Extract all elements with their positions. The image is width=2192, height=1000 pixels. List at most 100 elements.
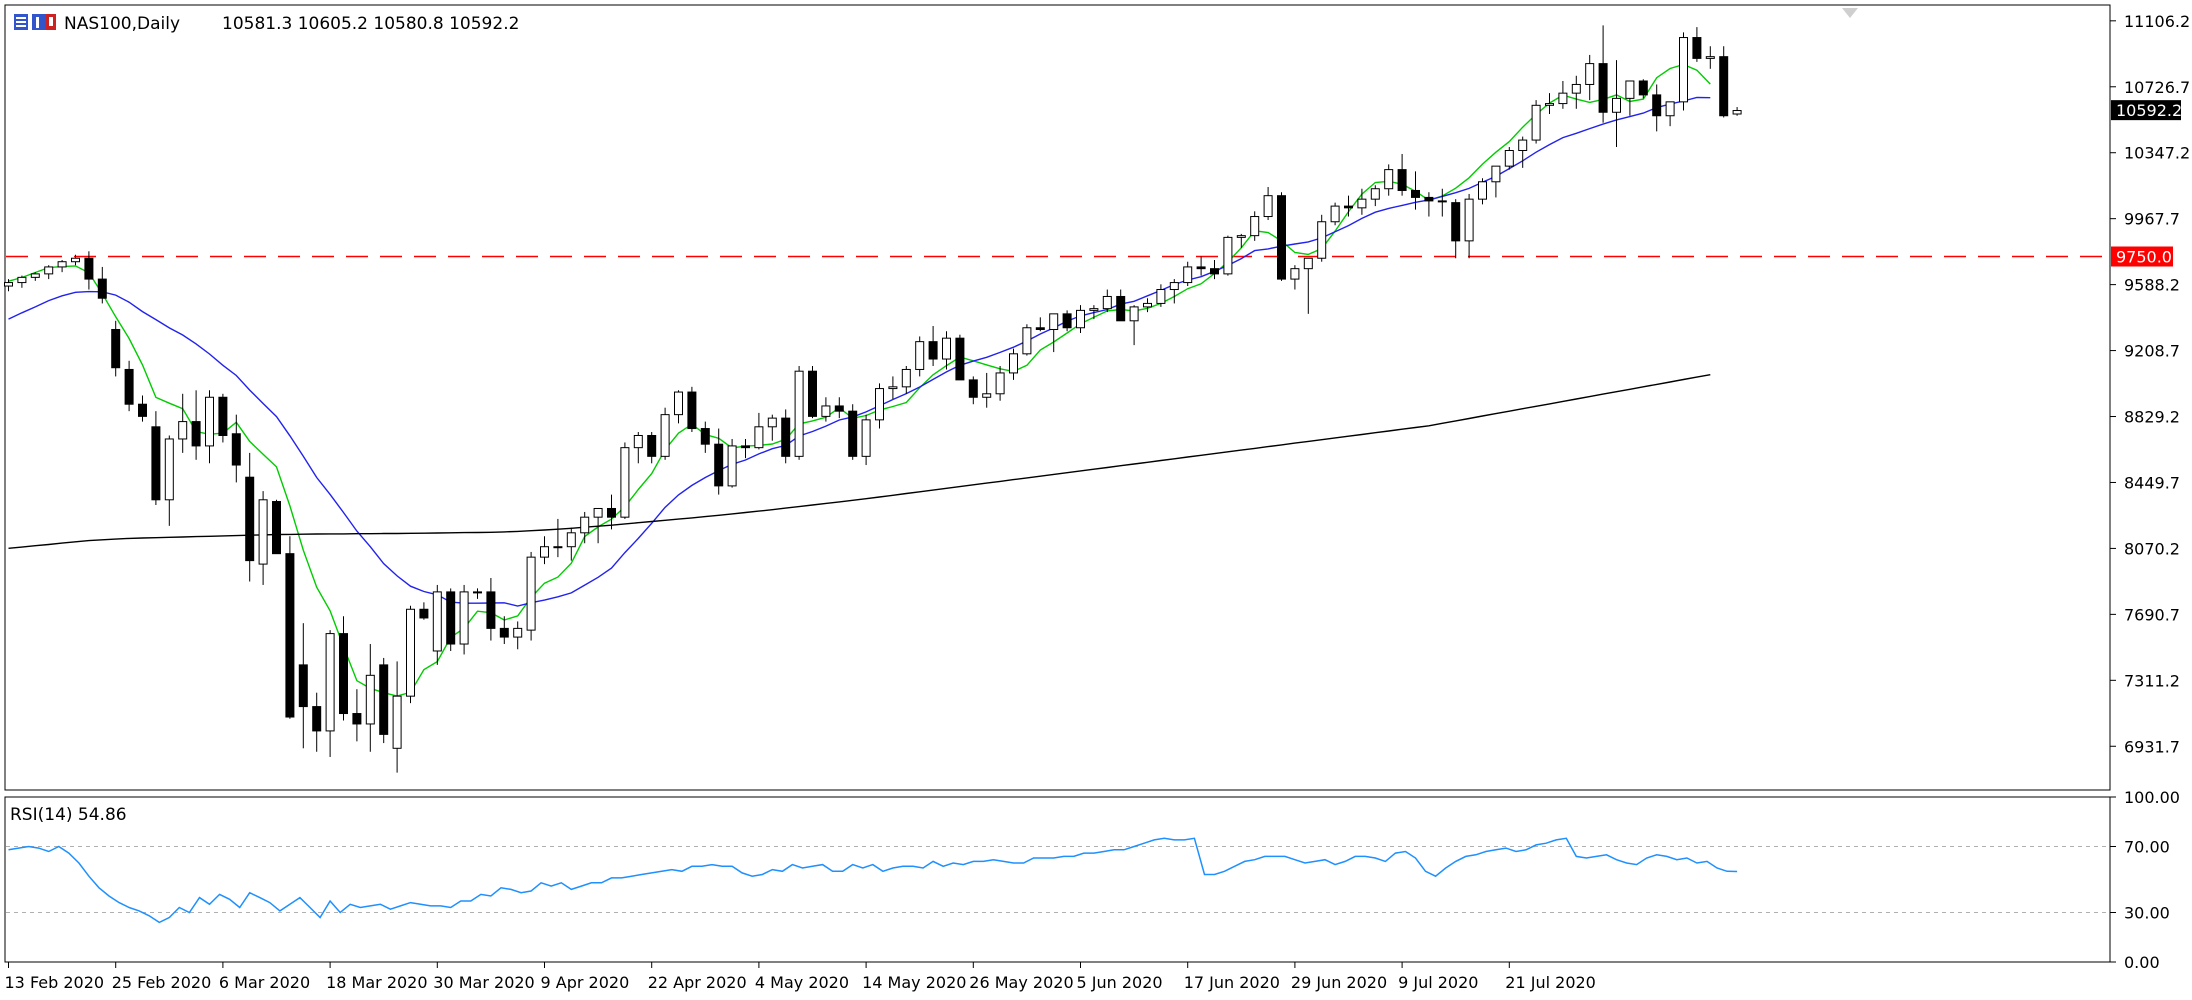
candle xyxy=(727,438,737,488)
candle-body-down xyxy=(97,278,107,299)
candle xyxy=(459,584,469,655)
candle xyxy=(57,259,67,273)
candle xyxy=(674,390,683,424)
candle-body-down xyxy=(647,434,657,457)
candle-body-up xyxy=(1169,282,1179,291)
candle xyxy=(1397,153,1407,196)
candle-body-down xyxy=(1035,327,1045,330)
rsi-tick-label: 70.00 xyxy=(2124,838,2170,857)
candle xyxy=(245,452,255,582)
candle-body-down xyxy=(848,410,858,457)
trading-chart[interactable]: NAS100,Daily 10581.3 10605.2 10580.8 105… xyxy=(0,0,2192,1000)
candle-body-down xyxy=(1397,169,1407,191)
candle xyxy=(473,588,482,599)
candle-body-down xyxy=(1116,295,1126,322)
candle-body-down xyxy=(968,379,978,398)
candle-body-up xyxy=(1263,195,1273,218)
candle-body-down xyxy=(1638,80,1648,96)
candle xyxy=(995,365,1005,401)
candle-body-down xyxy=(245,476,255,562)
candle xyxy=(151,411,161,506)
candle xyxy=(660,407,670,460)
price-panel-frame[interactable] xyxy=(4,4,2111,791)
candle xyxy=(1679,32,1688,111)
candle xyxy=(808,365,817,419)
candle-body-down xyxy=(700,428,710,445)
candle-body-up xyxy=(71,257,80,263)
candle-body-up xyxy=(1357,198,1367,209)
time-tick-label: 29 Jun 2020 xyxy=(1291,973,1387,992)
candle-body-up xyxy=(1732,110,1742,115)
time-tick-label: 22 Apr 2020 xyxy=(648,973,747,992)
rsi-panel-frame[interactable] xyxy=(4,796,2111,963)
candle-body-up xyxy=(1290,268,1300,280)
candle xyxy=(111,320,121,377)
candle-body-down xyxy=(151,426,161,501)
candle xyxy=(1183,261,1193,287)
candle xyxy=(1437,188,1447,217)
candle xyxy=(1169,279,1179,304)
rsi-line xyxy=(8,837,1738,924)
rsi-polyline xyxy=(8,837,1738,924)
candle-body-up xyxy=(392,695,402,749)
candle-body-up xyxy=(1665,101,1675,117)
candle xyxy=(352,689,362,742)
candle-body-down xyxy=(272,501,281,555)
time-tick-label: 6 Mar 2020 xyxy=(219,973,310,992)
candle-body-down xyxy=(741,445,750,449)
price-tick-label: 9588.2 xyxy=(2124,276,2180,295)
candle xyxy=(1357,188,1367,215)
scroll-marker-icon[interactable] xyxy=(1842,8,1858,18)
candle-body-up xyxy=(1464,198,1474,242)
candle-body-down xyxy=(714,443,724,487)
candle xyxy=(1370,185,1380,207)
candle-body-up xyxy=(1317,221,1327,259)
candle-body-down xyxy=(312,706,322,732)
candle-body-up xyxy=(164,438,174,501)
price-tick-label: 9967.7 xyxy=(2124,210,2180,229)
candle-body-down xyxy=(1344,205,1353,209)
rsi-tick-label: 100.00 xyxy=(2124,788,2180,807)
candle xyxy=(272,499,281,555)
time-tick-label: 17 Jun 2020 xyxy=(1184,973,1280,992)
candle xyxy=(1652,84,1662,132)
candle-body-up xyxy=(754,426,764,449)
candle xyxy=(687,386,697,433)
candle xyxy=(901,365,911,394)
candle-body-up xyxy=(660,414,670,457)
candle xyxy=(1585,54,1595,101)
candle xyxy=(1451,199,1461,259)
time-tick-label: 14 May 2020 xyxy=(862,973,966,992)
candle xyxy=(97,266,107,304)
candle-body-up xyxy=(1384,169,1394,190)
candle-body-down xyxy=(1210,268,1219,275)
candle xyxy=(1330,202,1340,226)
price-tick-label: 8829.2 xyxy=(2124,408,2180,427)
candle xyxy=(781,409,791,464)
candle-body-up xyxy=(1223,236,1233,275)
candle xyxy=(1277,192,1286,281)
price-tick-label: 6931.7 xyxy=(2124,737,2180,756)
candle xyxy=(406,605,415,704)
candle xyxy=(861,414,871,466)
candle-body-down xyxy=(124,368,134,405)
candle xyxy=(794,365,804,460)
chart-type-icon[interactable] xyxy=(32,14,56,30)
candle-body-up xyxy=(1571,83,1581,94)
candle xyxy=(566,527,576,561)
candle xyxy=(298,623,308,749)
candle-body-down xyxy=(191,421,201,447)
candle xyxy=(1196,256,1206,276)
candle xyxy=(1049,313,1059,353)
time-tick-label: 25 Feb 2020 xyxy=(112,973,212,992)
candle-body-down xyxy=(1424,196,1434,202)
candle-body-up xyxy=(1183,266,1193,284)
time-tick-label: 18 Mar 2020 xyxy=(326,973,427,992)
candle xyxy=(499,616,509,645)
candle xyxy=(1303,257,1313,314)
candle xyxy=(432,584,442,665)
candle-body-up xyxy=(1076,309,1085,329)
candle xyxy=(714,428,724,495)
candle-body-down xyxy=(1652,94,1662,117)
chart-menu-icon[interactable] xyxy=(14,14,28,30)
